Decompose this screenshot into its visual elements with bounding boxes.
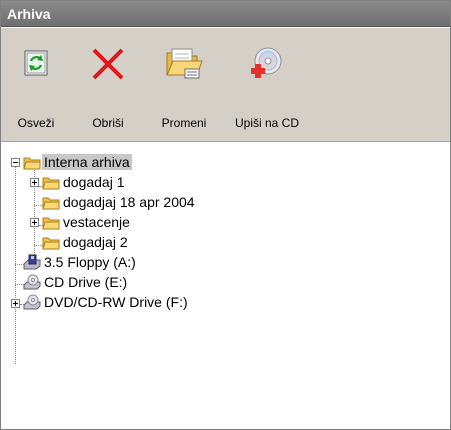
change-button[interactable]: Promeni (151, 28, 217, 141)
folder-icon (42, 237, 60, 250)
delete-button[interactable]: Obriši (77, 28, 139, 141)
archive-window: Arhiva Osveži Obriši Promeni Upiši na CD… (0, 0, 451, 430)
tree-item-label: dogadjaj 2 (63, 234, 128, 250)
open-folder-icon (166, 48, 203, 79)
tree-item-label: 3.5 Floppy (A:) (44, 254, 136, 270)
burn-cd-button[interactable]: Upiši na CD (227, 28, 307, 141)
tree-item-label: Interna arhiva (42, 154, 132, 170)
refresh-icon (24, 50, 48, 76)
change-label: Promeni (161, 116, 207, 130)
expand-icon[interactable] (11, 299, 20, 308)
cd-drive-icon (23, 274, 41, 290)
folder-icon (42, 197, 60, 210)
tree-drive-item[interactable]: DVD/CD-RW Drive (F:) (1, 292, 321, 312)
tree-item-label: vestacenje (63, 214, 130, 230)
refresh-label: Osveži (17, 116, 55, 130)
tree-item-label: DVD/CD-RW Drive (F:) (44, 294, 188, 310)
tree-item[interactable]: vestacenje (1, 212, 301, 232)
window-title: Arhiva (1, 1, 450, 27)
tree-drive-item[interactable]: CD Drive (E:) (1, 272, 301, 292)
tree-root-item[interactable]: Interna arhiva (1, 152, 301, 172)
burn-cd-label: Upiši na CD (234, 116, 300, 130)
dvd-drive-icon (23, 294, 41, 310)
tree-drive-item[interactable]: 3.5 Floppy (A:) (1, 252, 301, 272)
folder-icon (42, 177, 60, 190)
burn-cd-icon (251, 47, 282, 78)
archive-tree[interactable]: Interna arhiva dogadaj 1 dogadjaj 18 apr… (1, 142, 450, 429)
floppy-drive-icon (23, 254, 41, 270)
tree-item-label: dogadjaj 18 apr 2004 (63, 194, 195, 210)
tree-item-label: CD Drive (E:) (44, 274, 128, 290)
delete-label: Obriši (92, 116, 124, 130)
tree-item[interactable]: dogadjaj 2 (1, 232, 301, 252)
expand-icon[interactable] (30, 218, 39, 227)
delete-x-icon (92, 48, 124, 80)
folder-icon (23, 157, 41, 170)
collapse-icon[interactable] (11, 158, 20, 167)
folder-icon (42, 217, 60, 230)
tree-item[interactable]: dogadaj 1 (1, 172, 301, 192)
toolbar: Osveži Obriši Promeni Upiši na CD (1, 28, 450, 142)
expand-icon[interactable] (30, 178, 39, 187)
tree-item-label: dogadaj 1 (63, 174, 125, 190)
refresh-button[interactable]: Osveži (7, 28, 65, 141)
tree-item[interactable]: dogadjaj 18 apr 2004 (1, 192, 301, 212)
